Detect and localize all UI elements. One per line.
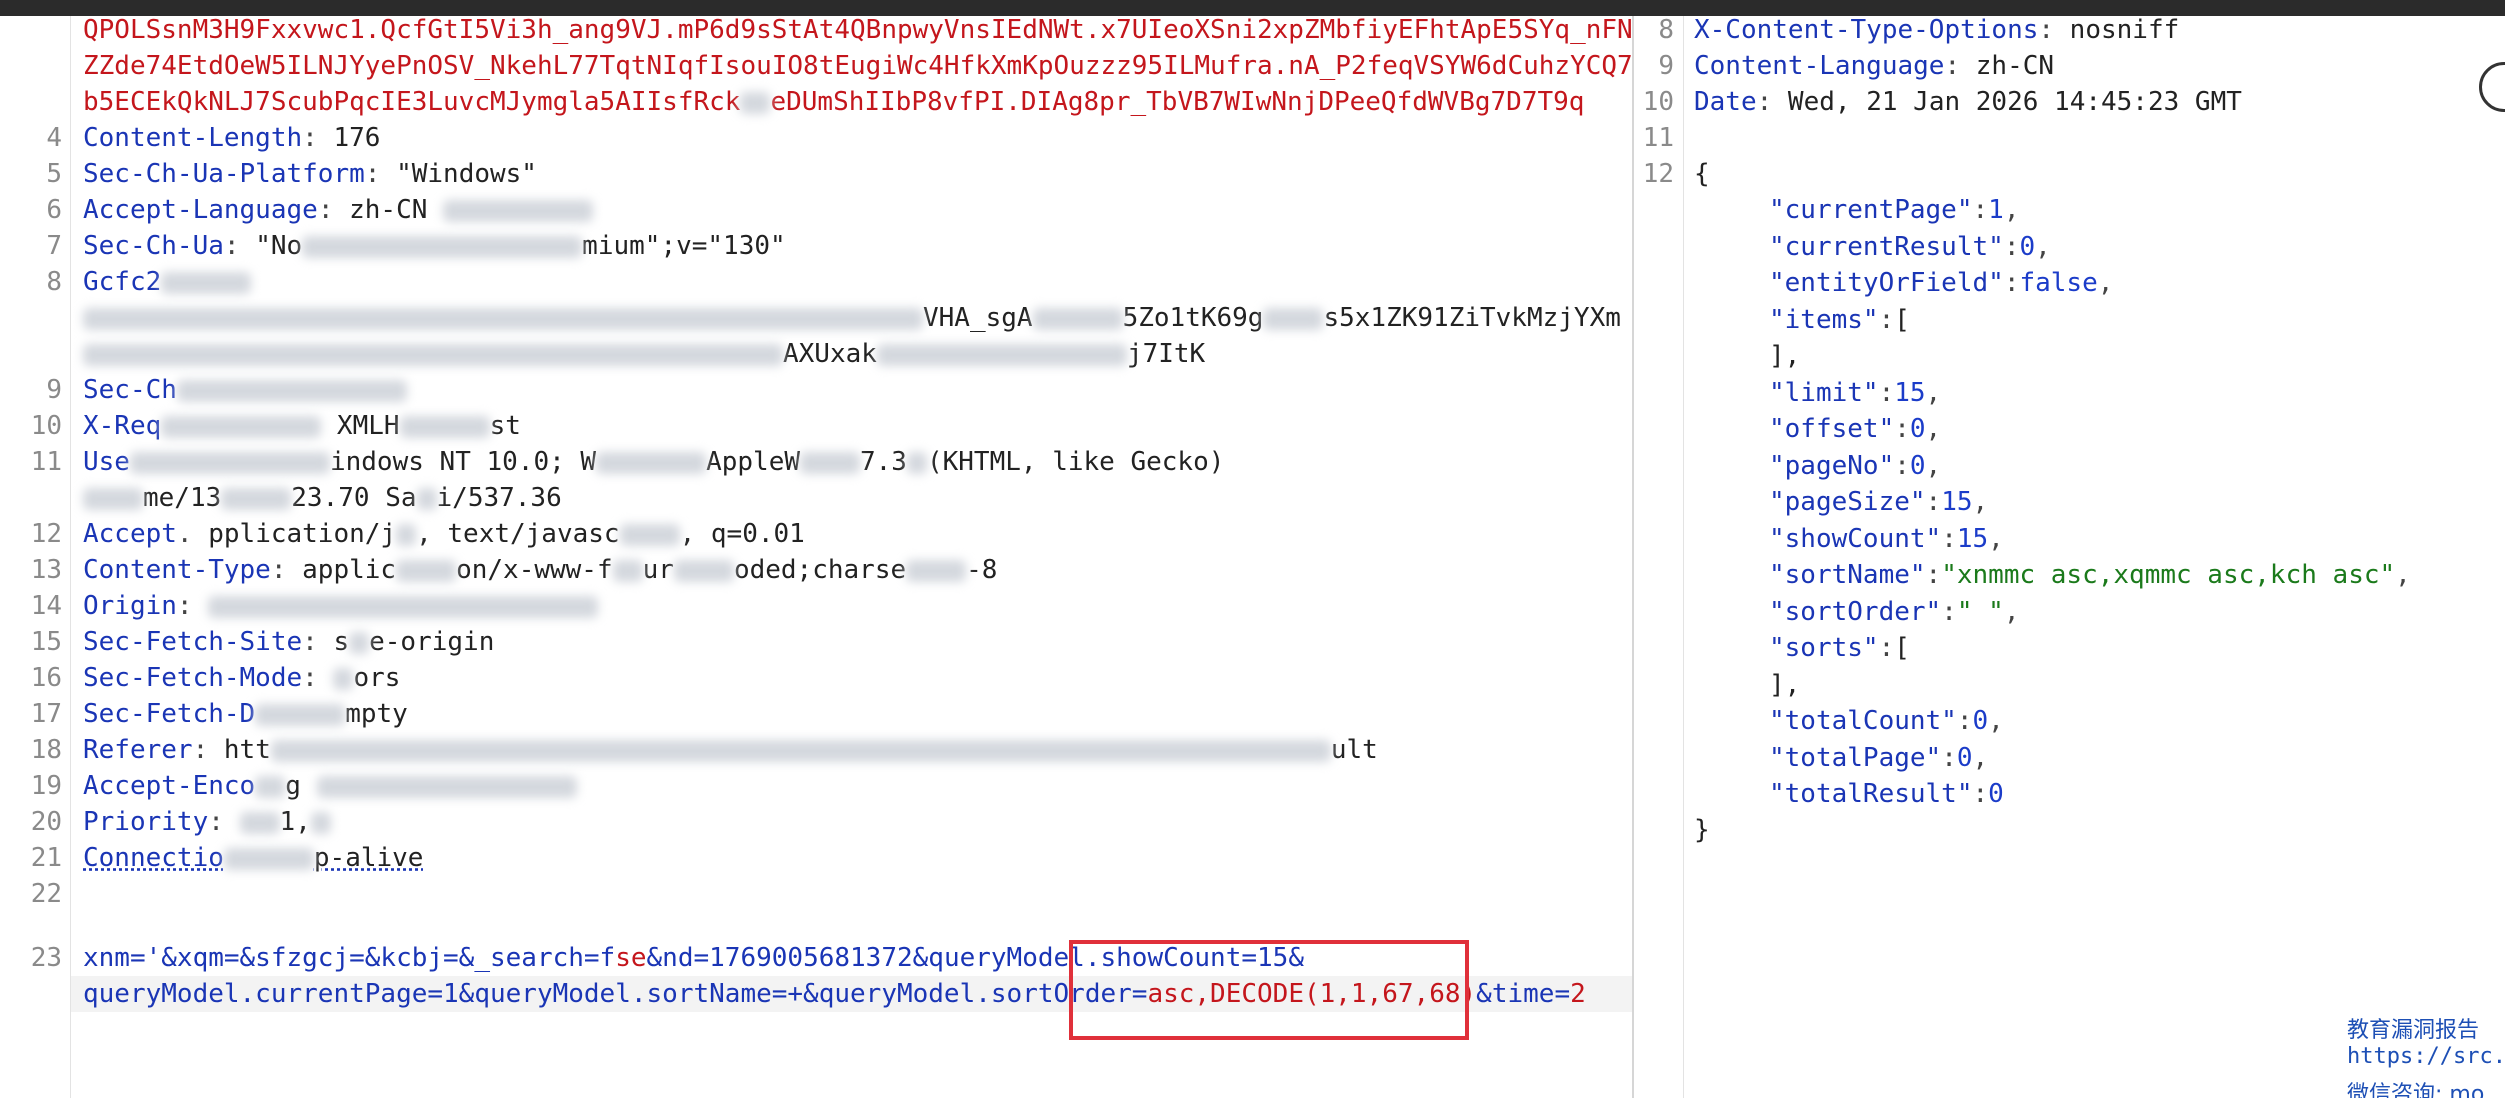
header-accept-encoding: Accept-Enco g xyxy=(83,768,577,804)
line-number: 12 xyxy=(1642,159,1674,189)
json-line: "entityOrField":false, xyxy=(1769,268,2114,298)
response-header-date: Date: Wed, 21 Jan 2026 14:45:23 GMT xyxy=(1694,87,2242,117)
line-number: 14 xyxy=(30,591,62,621)
header-gcfc-cont: VHA_sgA 5Zo1tK69g s5x1ZK91ZiTvkMzjYXm xyxy=(83,300,1621,336)
json-line: "showCount":15, xyxy=(1769,523,2004,554)
json-open-brace: { xyxy=(1694,159,1710,189)
header-sec-ch-ua: Sec-Ch-Ua: "No mium";v="130" xyxy=(83,231,786,261)
line-number: 11 xyxy=(1642,123,1674,153)
response-viewer[interactable]: 8 X-Content-Type-Options: nosniff 9 Cont… xyxy=(1634,16,2505,1098)
line-number: 10 xyxy=(1642,87,1674,117)
header-user-agent-cont: me/13 23.70 Sa i/537.36 xyxy=(83,480,562,516)
watermark-contact: 微信咨询: mo xyxy=(2347,1082,2485,1098)
json-line: ], xyxy=(1769,669,1801,700)
request-gutter-divider xyxy=(70,16,71,1098)
header-priority: Priority: 1, xyxy=(83,804,331,840)
header-accept: Accept. pplication/j, text/javasc, q=0.0… xyxy=(83,519,805,549)
json-line: "limit":15, xyxy=(1769,377,1942,408)
line-number: 12 xyxy=(30,519,62,549)
line-number: 22 xyxy=(30,879,62,909)
header-sec-fetch-dest: Sec-Fetch-D mpty xyxy=(83,699,408,729)
line-number: 9 xyxy=(46,375,62,405)
json-line: "offset":0, xyxy=(1769,414,1942,444)
header-content-type: Content-Type: applic on/x-www-f ur oded;cha… xyxy=(83,555,998,585)
header-accept-language: Accept-Language: zh-CN xyxy=(83,192,594,228)
line-number: 11 xyxy=(30,447,62,477)
json-line: "totalCount":0, xyxy=(1769,706,2004,736)
header-origin: Origin: xyxy=(83,588,599,624)
json-line: "sorts":[ xyxy=(1769,633,1910,663)
line-number: 18 xyxy=(30,735,62,765)
response-header-xcto: X-Content-Type-Options: nosniff xyxy=(1694,16,2180,45)
line-number: 16 xyxy=(30,663,62,693)
json-line: ], xyxy=(1769,341,1801,371)
json-close-brace: } xyxy=(1694,815,1710,845)
line-number: 7 xyxy=(46,231,62,261)
line-number: 17 xyxy=(30,699,62,729)
line-number: 10 xyxy=(30,411,62,441)
line-number: 5 xyxy=(46,159,62,189)
line-number: 8 xyxy=(46,267,62,297)
request-token-line: QPOLSsnM3H9Fxxvwc1.QcfGtI5Vi3h_ang9VJ.mP… xyxy=(83,16,1632,45)
line-number: 4 xyxy=(46,123,62,153)
json-line: "pageSize":15, xyxy=(1769,487,1989,517)
header-sec-fetch-site: Sec-Fetch-Site: s e-origin xyxy=(83,627,495,657)
line-number: 8 xyxy=(1658,16,1674,45)
line-number: 21 xyxy=(30,843,62,873)
line-number: 6 xyxy=(46,195,62,225)
line-number: 13 xyxy=(30,555,62,585)
injection-highlight-box xyxy=(1069,940,1469,1040)
watermark-url: https://src.s xyxy=(2347,1044,2505,1069)
request-editor[interactable]: QPOLSsnM3H9Fxxvwc1.QcfGtI5Vi3h_ang9VJ.mP… xyxy=(0,16,1632,1098)
header-user-agent: Use indows NT 10.0; W AppleW 7.3 (KHTML, lik… xyxy=(83,447,1225,477)
window-top-bar xyxy=(0,0,2505,16)
header-connection: Connectio p-alive xyxy=(83,843,424,873)
header-sec-ch: Sec-Ch xyxy=(83,372,407,408)
json-line: "items":[ xyxy=(1769,304,1910,335)
line-number: 23 xyxy=(30,943,62,973)
scroll-indicator[interactable] xyxy=(2479,62,2505,112)
header-referer: Referer: htt ult xyxy=(83,735,1378,765)
json-line: "currentPage":1, xyxy=(1769,195,2020,225)
request-token-line: ZZde74EtdOeW5ILNJYyePnOSV_NkehL77TqtNIqf… xyxy=(83,51,1632,81)
line-number: 9 xyxy=(1658,51,1674,81)
header-gcfc-cont: AXUxak j7ItK xyxy=(83,336,1205,372)
json-line: "totalPage":0, xyxy=(1769,742,1989,773)
json-line: "sortOrder":" ", xyxy=(1769,596,2020,627)
header-sec-fetch-mode: Sec-Fetch-Mode: ors xyxy=(83,663,401,693)
response-gutter-divider xyxy=(1683,16,1684,1098)
request-token-line: b5ECEkQkNLJ7ScubPqcIE3LuvcMJymgla5AIIsfR… xyxy=(83,87,1585,117)
json-line: "sortName":"xnmmc asc,xqmmc asc,kch asc"… xyxy=(1769,560,2411,590)
json-line: "currentResult":0, xyxy=(1769,231,2051,262)
watermark-title: 教育漏洞报告 xyxy=(2347,1018,2480,1043)
header-platform: Sec-Ch-Ua-Platform: "Windows" xyxy=(83,159,537,189)
header-content-length: Content-Length: 176 xyxy=(83,123,381,153)
line-number: 20 xyxy=(30,807,62,837)
header-x-requested-with: X-Req XMLH st xyxy=(83,411,521,441)
response-header-content-language: Content-Language: zh-CN xyxy=(1694,51,2055,81)
line-number: 15 xyxy=(30,627,62,657)
header-gcfc: Gcfc2 xyxy=(83,264,252,300)
watermark: 教育漏洞报告 https://src.s 微信咨询: mo xyxy=(2347,1012,2505,1098)
json-line: "pageNo":0, xyxy=(1769,450,1942,481)
json-line: "totalResult":0 xyxy=(1769,779,2004,809)
line-number: 19 xyxy=(30,771,62,801)
